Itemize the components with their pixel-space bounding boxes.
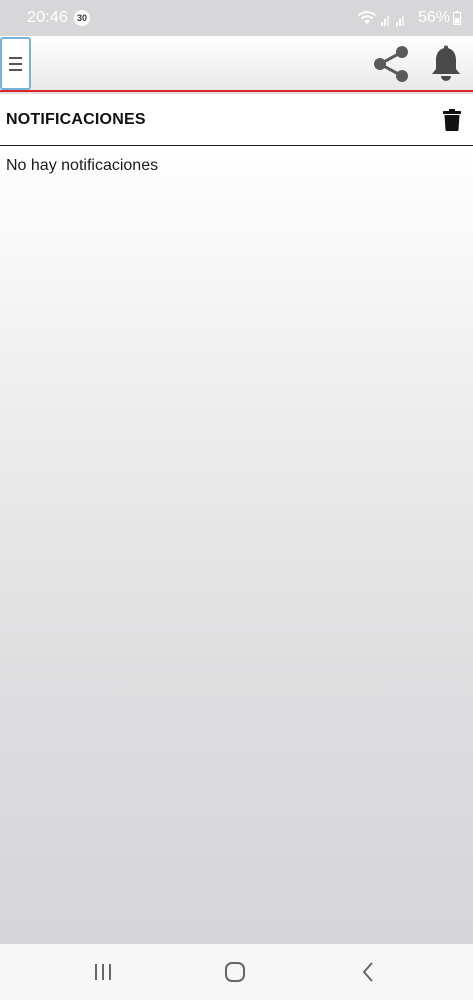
hamburger-menu-icon bbox=[9, 56, 22, 71]
battery-icon bbox=[453, 11, 461, 25]
notifications-bell-button[interactable] bbox=[426, 43, 466, 85]
recent-apps-button[interactable] bbox=[83, 956, 123, 988]
app-header bbox=[0, 36, 473, 92]
notifications-list: No hay notificaciones bbox=[0, 146, 473, 944]
trash-icon bbox=[443, 108, 461, 131]
notifications-header: NOTIFICACIONES bbox=[0, 94, 473, 146]
wifi-icon bbox=[357, 11, 377, 24]
bell-icon bbox=[432, 45, 460, 81]
back-button[interactable] bbox=[348, 956, 388, 988]
delete-all-button[interactable] bbox=[441, 107, 463, 133]
signal-icon bbox=[380, 16, 404, 26]
battery-percent: 56% bbox=[417, 9, 450, 26]
page-title: NOTIFICACIONES bbox=[6, 110, 146, 128]
share-icon bbox=[374, 46, 408, 82]
status-icons bbox=[357, 10, 410, 26]
status-bar: 20:46 30 56% bbox=[0, 0, 473, 36]
share-button[interactable] bbox=[370, 43, 412, 85]
back-icon bbox=[362, 962, 373, 982]
system-nav-bar bbox=[0, 944, 473, 1000]
home-icon bbox=[225, 962, 245, 982]
menu-button[interactable] bbox=[0, 37, 31, 90]
recent-apps-icon bbox=[95, 964, 111, 980]
notification-count-badge: 30 bbox=[74, 10, 91, 26]
status-time: 20:46 bbox=[27, 9, 69, 26]
empty-state-message: No hay notificaciones bbox=[6, 157, 159, 174]
home-button[interactable] bbox=[215, 956, 255, 988]
status-right: 56% bbox=[357, 9, 461, 27]
